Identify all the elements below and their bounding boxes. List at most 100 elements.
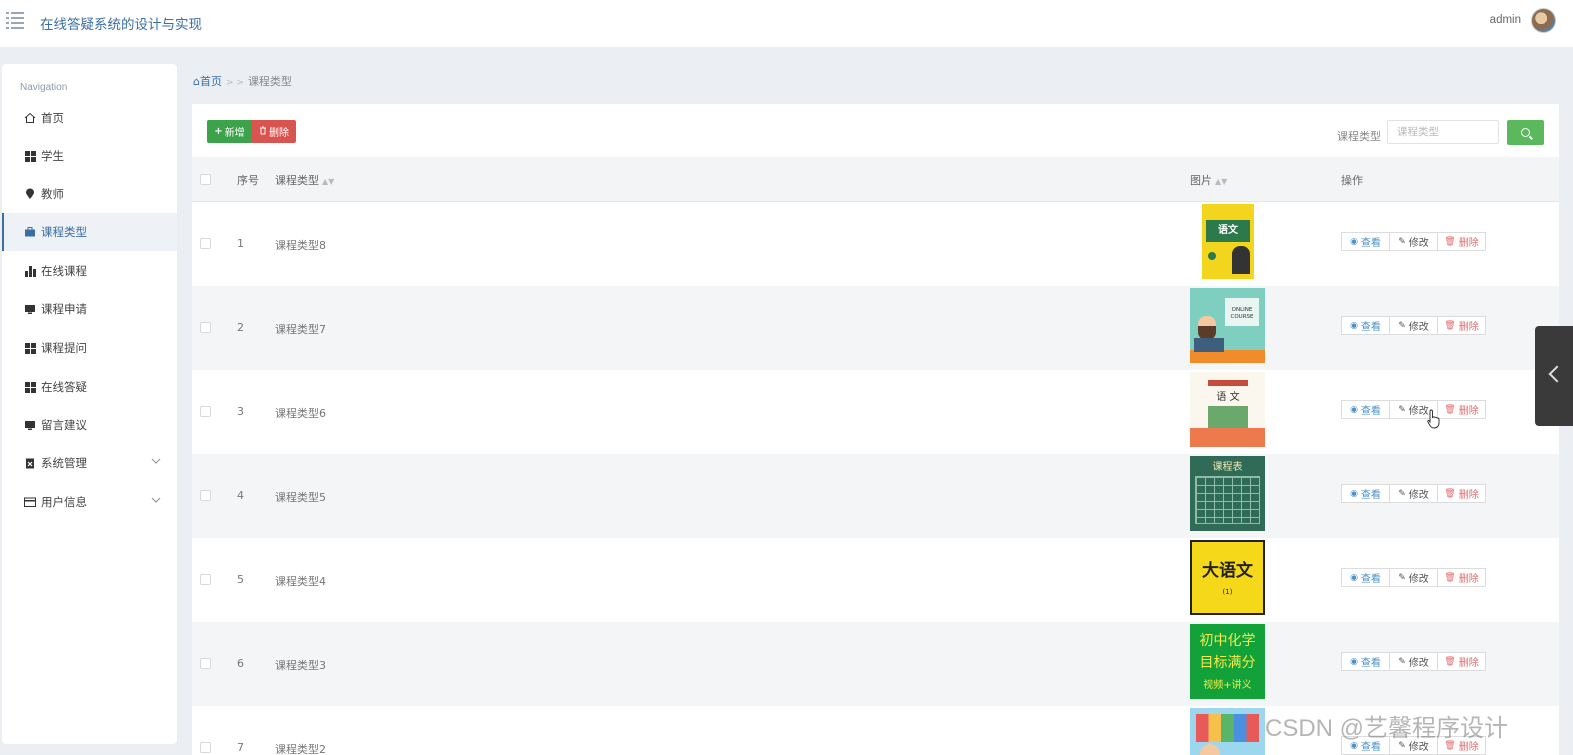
side-panel-toggle[interactable] [1535, 326, 1573, 426]
edit-icon: ✎ [1398, 236, 1406, 247]
sidebar-item-teachers[interactable]: 教师 [2, 175, 177, 213]
eye-icon: ◉ [1350, 236, 1358, 247]
view-button[interactable]: ◉ 查看 [1341, 652, 1390, 671]
sidebar-item-students[interactable]: 学生 [2, 137, 177, 175]
watermark: CSDN @艺馨程序设计 [1265, 715, 1509, 742]
row-checkbox[interactable] [200, 490, 211, 501]
home-icon [24, 112, 36, 124]
edit-button[interactable]: ✎ 修改 [1389, 652, 1438, 671]
eye-icon: ◉ [1350, 656, 1358, 667]
column-header-actions: 操作 [1341, 174, 1363, 187]
row-checkbox[interactable] [200, 574, 211, 585]
row-checkbox[interactable] [200, 406, 211, 417]
delete-button[interactable]: 🗑 删除 [1437, 316, 1486, 335]
avatar[interactable] [1531, 8, 1556, 33]
trash-icon: 🗑 [1444, 656, 1456, 667]
sidebar-item-system-management[interactable]: 系统管理 [2, 444, 177, 482]
sidebar-item-home[interactable]: 首页 [2, 99, 177, 137]
row-index: 2 [237, 321, 244, 334]
edit-button[interactable]: ✎ 修改 [1389, 484, 1438, 503]
delete-button[interactable]: 🗑 删除 [1437, 484, 1486, 503]
view-button[interactable]: ◉ 查看 [1341, 232, 1390, 251]
course-type-image: 语文 [1202, 204, 1254, 279]
user-name[interactable]: admin [1490, 14, 1521, 26]
view-button[interactable]: ◉ 查看 [1341, 316, 1390, 335]
sidebar-item-course-applications[interactable]: 课程申请 [2, 290, 177, 328]
sidebar-item-label: 留言建议 [41, 418, 87, 432]
monitor-icon [24, 303, 36, 315]
row-course-type: 课程类型5 [275, 491, 326, 504]
view-button[interactable]: ◉ 查看 [1341, 484, 1390, 503]
edit-button[interactable]: ✎ 修改 [1389, 316, 1438, 335]
row-checkbox[interactable] [200, 658, 211, 669]
sidebar-item-course-types[interactable]: 课程类型 [2, 213, 177, 251]
delete-button[interactable]: 🗑 删除 [1437, 568, 1486, 587]
edit-icon: ✎ [1398, 404, 1406, 415]
trash-icon: 🗑 [1444, 320, 1456, 331]
sort-icon: ▲▼ [1215, 177, 1228, 186]
sidebar-item-label: 在线答疑 [41, 380, 87, 394]
sidebar-item-label: 系统管理 [41, 456, 87, 470]
trash-icon: 🗑 [1444, 488, 1456, 499]
row-actions: ◉ 查看 ✎ 修改 🗑 删除 [1341, 484, 1486, 503]
select-all-checkbox[interactable] [200, 174, 211, 185]
view-button[interactable]: ◉ 查看 [1341, 400, 1390, 419]
sidebar-item-online-answers[interactable]: 在线答疑 [2, 368, 177, 406]
row-course-type: 课程类型7 [275, 323, 326, 336]
sidebar: Navigation 首页 学生 教师 课程类型 在线课程 课程申请 课程提问 [2, 64, 177, 744]
top-bar: 在线答疑系统的设计与实现 admin [0, 0, 1573, 47]
course-type-image: ONLINE COURSE [1190, 288, 1265, 363]
table-row: 5 课程类型4 大语文 (1) ◉ 查看 ✎ 修改 🗑 删除 [192, 538, 1559, 622]
main-panel: +新增 删除 课程类型 序号 课程类型▲▼ 图片▲▼ 操作 1 课程类型8 语文… [192, 104, 1559, 755]
pin-icon [24, 188, 36, 200]
edit-icon: ✎ [1398, 656, 1406, 667]
row-course-type: 课程类型8 [275, 239, 326, 252]
delete-button[interactable]: 🗑 删除 [1437, 232, 1486, 251]
sidebar-item-label: 在线课程 [41, 264, 87, 278]
row-course-type: 课程类型3 [275, 659, 326, 672]
column-header-image[interactable]: 图片 ▲▼ [1190, 172, 1227, 188]
edit-button[interactable]: ✎ 修改 [1389, 232, 1438, 251]
row-course-type: 课程类型4 [275, 575, 326, 588]
breadcrumb-home[interactable]: ⌂首页 [193, 75, 222, 88]
grid-icon [24, 342, 36, 354]
column-header-type[interactable]: 课程类型 ▲▼ [275, 172, 334, 188]
batch-delete-button[interactable]: 删除 [252, 120, 296, 143]
sidebar-item-label: 学生 [41, 149, 64, 163]
trash-icon [259, 126, 267, 138]
breadcrumb-current: 课程类型 [247, 75, 292, 88]
row-checkbox[interactable] [200, 742, 211, 753]
sidebar-item-label: 课程申请 [41, 302, 87, 316]
view-button[interactable]: ◉ 查看 [1341, 568, 1390, 587]
delete-button[interactable]: 🗑 删除 [1437, 400, 1486, 419]
row-checkbox[interactable] [200, 238, 211, 249]
breadcrumb-separator: > > [225, 78, 244, 88]
row-index: 4 [237, 489, 244, 502]
edit-icon: ✎ [1398, 488, 1406, 499]
app-title: 在线答疑系统的设计与实现 [40, 17, 202, 33]
add-button[interactable]: + 新增 [207, 120, 252, 143]
course-type-image: 课程表 [1190, 456, 1265, 531]
edit-icon: ✎ [1398, 320, 1406, 331]
row-checkbox[interactable] [200, 322, 211, 333]
edit-button[interactable]: ✎ 修改 [1389, 568, 1438, 587]
table-row: 1 课程类型8 语文 ◉ 查看 ✎ 修改 🗑 删除 [192, 202, 1559, 286]
sidebar-item-course-questions[interactable]: 课程提问 [2, 329, 177, 367]
eye-icon: ◉ [1350, 488, 1358, 499]
row-index: 1 [237, 237, 244, 250]
sidebar-item-online-courses[interactable]: 在线课程 [2, 252, 177, 290]
chevron-down-icon [151, 457, 161, 468]
row-actions: ◉ 查看 ✎ 修改 🗑 删除 [1341, 568, 1486, 587]
bar-chart-icon [24, 265, 36, 277]
sort-icon: ▲▼ [322, 177, 335, 186]
delete-button[interactable]: 🗑 删除 [1437, 652, 1486, 671]
menu-icon[interactable] [6, 12, 24, 29]
plus-icon: + [214, 126, 223, 137]
card-icon [24, 496, 36, 508]
search-button[interactable] [1507, 120, 1544, 145]
table-row: 3 课程类型6 语 文 ◉ 查看 ✎ 修改 🗑 删除 [192, 370, 1559, 454]
table-header: 序号 课程类型 ▲▼ 图片 ▲▼ 操作 [192, 157, 1559, 202]
search-input[interactable] [1387, 120, 1499, 144]
sidebar-item-feedback[interactable]: 留言建议 [2, 406, 177, 444]
sidebar-item-user-info[interactable]: 用户信息 [2, 483, 177, 521]
